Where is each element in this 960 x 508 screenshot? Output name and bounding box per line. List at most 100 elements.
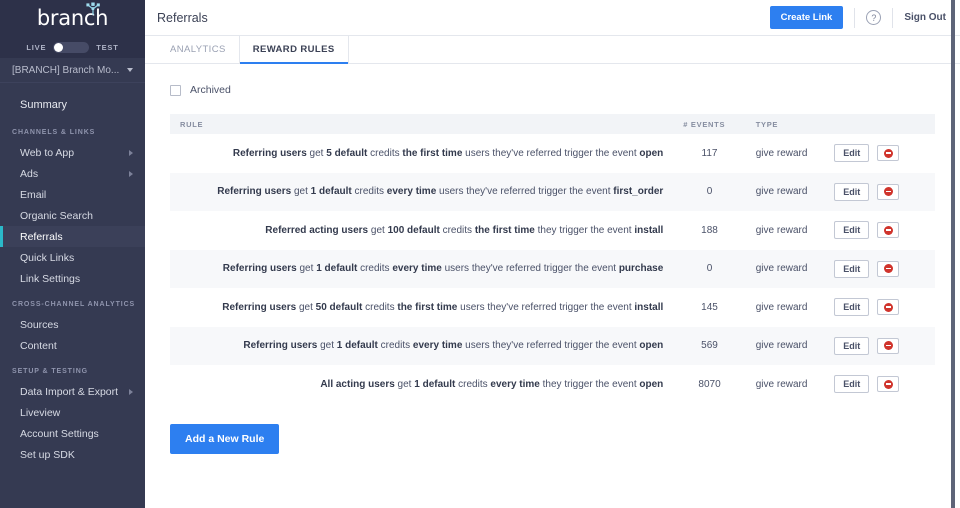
delete-circle-icon: [884, 303, 893, 312]
sidebar-item-content[interactable]: Content: [0, 335, 145, 356]
sidebar-item-email[interactable]: Email: [0, 184, 145, 205]
delete-rule-button[interactable]: [877, 338, 899, 354]
sidebar-item-label: Account Settings: [20, 428, 133, 440]
column-header-rule: RULE: [170, 114, 673, 134]
table-header: RULE # EVENTS TYPE: [170, 114, 935, 134]
tab-bar: ANALYTICSREWARD RULES: [145, 36, 960, 64]
add-new-rule-button[interactable]: Add a New Rule: [170, 424, 279, 454]
env-test-label: TEST: [96, 43, 118, 52]
delete-rule-button[interactable]: [877, 261, 899, 277]
window-edge-strip: [951, 0, 955, 508]
table-row: Referring users get 50 default credits t…: [170, 288, 935, 327]
reward-rules-table: RULE # EVENTS TYPE Referring users get 5…: [170, 114, 935, 404]
chevron-right-icon: [129, 150, 133, 156]
sign-out-link[interactable]: Sign Out: [904, 12, 946, 23]
sidebar-item-sources[interactable]: Sources: [0, 314, 145, 335]
table-row: Referring users get 5 default credits th…: [170, 134, 935, 173]
sidebar-section-title: CHANNELS & LINKS: [0, 117, 145, 142]
account-selector[interactable]: [BRANCH] Branch Mo...: [0, 58, 145, 83]
edit-rule-button[interactable]: Edit: [834, 221, 869, 239]
edit-rule-button[interactable]: Edit: [834, 375, 869, 393]
table-row: Referred acting users get 100 default cr…: [170, 211, 935, 250]
sidebar-item-label: Ads: [20, 168, 129, 180]
cell-event-count: 145: [673, 288, 745, 327]
archived-filter[interactable]: Archived: [170, 84, 935, 96]
edit-rule-button[interactable]: Edit: [834, 183, 869, 201]
cell-event-count: 188: [673, 211, 745, 250]
delete-circle-icon: [884, 380, 893, 389]
cell-event-count: 8070: [673, 365, 745, 404]
archived-label: Archived: [190, 84, 231, 96]
sidebar-item-label: Content: [20, 340, 133, 352]
sidebar-item-set-up-sdk[interactable]: Set up SDK: [0, 444, 145, 465]
sidebar-item-link-settings[interactable]: Link Settings: [0, 268, 145, 289]
cell-rule-description: Referring users get 1 default credits ev…: [170, 173, 673, 212]
sidebar-nav: Summary CHANNELS & LINKSWeb to App Ads Ema…: [0, 83, 145, 465]
row-action-group: Edit: [834, 221, 925, 239]
brand-logo[interactable]: branch: [0, 0, 145, 36]
cell-rule-type: give reward: [746, 327, 825, 366]
sidebar-item-organic-search[interactable]: Organic Search: [0, 205, 145, 226]
cell-actions: Edit: [824, 211, 935, 250]
delete-rule-button[interactable]: [877, 299, 899, 315]
cell-rule-type: give reward: [746, 134, 825, 173]
table-body: Referring users get 5 default credits th…: [170, 134, 935, 404]
sidebar-item-referrals[interactable]: Referrals: [0, 226, 145, 247]
row-action-group: Edit: [834, 183, 925, 201]
column-header-events: # EVENTS: [673, 114, 745, 134]
delete-circle-icon: [884, 187, 893, 196]
sidebar-item-label: Organic Search: [20, 210, 133, 222]
cell-rule-type: give reward: [746, 173, 825, 212]
sidebar-item-data-import-export[interactable]: Data Import & Export: [0, 381, 145, 402]
question-mark-circle-icon[interactable]: ?: [866, 10, 881, 25]
sidebar-section-title: CROSS-CHANNEL ANALYTICS: [0, 289, 145, 314]
delete-rule-button[interactable]: [877, 376, 899, 392]
table-row: Referring users get 1 default credits ev…: [170, 327, 935, 366]
sidebar-item-ads[interactable]: Ads: [0, 163, 145, 184]
sidebar-item-liveview[interactable]: Liveview: [0, 402, 145, 423]
archived-checkbox[interactable]: [170, 85, 181, 96]
create-link-button[interactable]: Create Link: [770, 6, 844, 29]
table-row: Referring users get 1 default credits ev…: [170, 250, 935, 289]
sidebar-item-label: Summary: [20, 99, 133, 111]
env-toggle-knob: [54, 43, 63, 52]
sidebar-item-web-to-app[interactable]: Web to App: [0, 142, 145, 163]
cell-rule-description: Referring users get 50 default credits t…: [170, 288, 673, 327]
cell-actions: Edit: [824, 173, 935, 212]
sidebar-item-quick-links[interactable]: Quick Links: [0, 247, 145, 268]
delete-circle-icon: [884, 149, 893, 158]
content-area: Archived RULE # EVENTS TYPE Referring us…: [145, 64, 960, 508]
edit-rule-button[interactable]: Edit: [834, 260, 869, 278]
tab-reward-rules[interactable]: REWARD RULES: [240, 36, 349, 63]
sidebar-item-label: Data Import & Export: [20, 386, 129, 398]
row-action-group: Edit: [834, 337, 925, 355]
delete-rule-button[interactable]: [877, 184, 899, 200]
cell-rule-description: All acting users get 1 default credits e…: [170, 365, 673, 404]
account-name: [BRANCH] Branch Mo...: [12, 65, 127, 76]
env-toggle-switch[interactable]: [53, 42, 89, 53]
row-action-group: Edit: [834, 375, 925, 393]
cell-event-count: 569: [673, 327, 745, 366]
environment-toggle[interactable]: LIVE TEST: [0, 36, 145, 58]
edit-rule-button[interactable]: Edit: [834, 298, 869, 316]
delete-rule-button[interactable]: [877, 222, 899, 238]
cell-event-count: 0: [673, 250, 745, 289]
cell-rule-description: Referring users get 1 default credits ev…: [170, 327, 673, 366]
delete-rule-button[interactable]: [877, 145, 899, 161]
cell-event-count: 117: [673, 134, 745, 173]
divider: [892, 8, 893, 28]
sidebar-item-account-settings[interactable]: Account Settings: [0, 423, 145, 444]
cell-rule-description: Referring users get 1 default credits ev…: [170, 250, 673, 289]
delete-circle-icon: [884, 264, 893, 273]
edit-rule-button[interactable]: Edit: [834, 337, 869, 355]
sidebar-item-label: Liveview: [20, 407, 133, 419]
row-action-group: Edit: [834, 298, 925, 316]
sidebar: branch LIVE TEST [BRANCH] Br: [0, 0, 145, 508]
edit-rule-button[interactable]: Edit: [834, 144, 869, 162]
chevron-right-icon: [129, 389, 133, 395]
tab-analytics[interactable]: ANALYTICS: [157, 36, 240, 63]
cell-rule-description: Referred acting users get 100 default cr…: [170, 211, 673, 250]
delete-circle-icon: [884, 226, 893, 235]
sidebar-item-summary[interactable]: Summary: [0, 93, 145, 117]
column-header-type: TYPE: [746, 114, 825, 134]
